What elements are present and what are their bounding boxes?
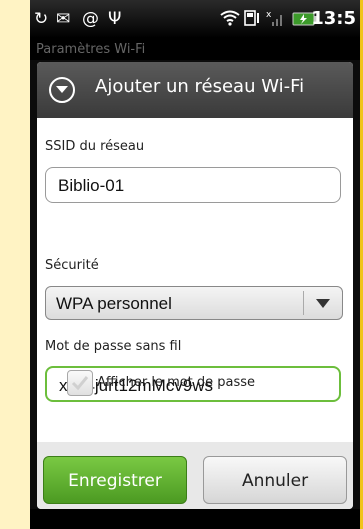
usb-icon: Ψ — [108, 9, 122, 29]
svg-text:x: x — [266, 10, 272, 20]
password-label: Mot de passe sans fil — [45, 339, 182, 354]
at-icon: @ — [82, 9, 99, 29]
dialog-body: SSID du réseau Biblio-01 Sécurité WPA pe… — [37, 118, 353, 442]
dialog-title: Ajouter un réseau Wi-Fi — [95, 76, 305, 97]
wifi-icon — [220, 9, 240, 32]
security-label: Sécurité — [45, 258, 99, 273]
left-frame-margin — [0, 0, 30, 529]
chevron-down-circle-icon — [49, 77, 75, 103]
sync-icon: ↻ — [34, 9, 49, 29]
ssid-value: Biblio-01 — [58, 176, 125, 195]
signal-icon: x — [266, 9, 286, 32]
storage-icon — [244, 9, 260, 32]
status-bar: ↻ ✉ @ Ψ x 13:5 — [30, 0, 360, 38]
screenshot-frame: ↻ ✉ @ Ψ x 13:5 Paramètres Wi-Fi Ajouter … — [0, 0, 363, 529]
status-time: 13:5 — [311, 8, 356, 29]
ssid-label: SSID du réseau — [45, 139, 145, 154]
dialog-footer: Enregistrer Annuler — [37, 442, 353, 509]
bottom-bar — [30, 509, 360, 529]
ssid-input[interactable]: Biblio-01 — [45, 167, 341, 203]
save-button[interactable]: Enregistrer — [43, 456, 187, 504]
cancel-button[interactable]: Annuler — [203, 456, 347, 504]
dialog-header: Ajouter un réseau Wi-Fi — [37, 62, 353, 118]
security-select[interactable]: WPA personnel — [45, 286, 343, 320]
mail-icon: ✉ — [56, 9, 71, 29]
background-screen-title: Paramètres Wi-Fi — [36, 42, 146, 57]
show-password-label: Afficher le mot de passe — [97, 375, 256, 390]
show-password-checkbox[interactable] — [67, 370, 93, 396]
select-divider — [303, 291, 304, 315]
phone-screen: ↻ ✉ @ Ψ x 13:5 Paramètres Wi-Fi Ajouter … — [30, 0, 360, 529]
check-icon — [71, 376, 89, 391]
chevron-down-icon — [316, 299, 330, 308]
security-value: WPA personnel — [56, 294, 172, 313]
add-wifi-dialog: Ajouter un réseau Wi-Fi SSID du réseau B… — [37, 62, 353, 509]
